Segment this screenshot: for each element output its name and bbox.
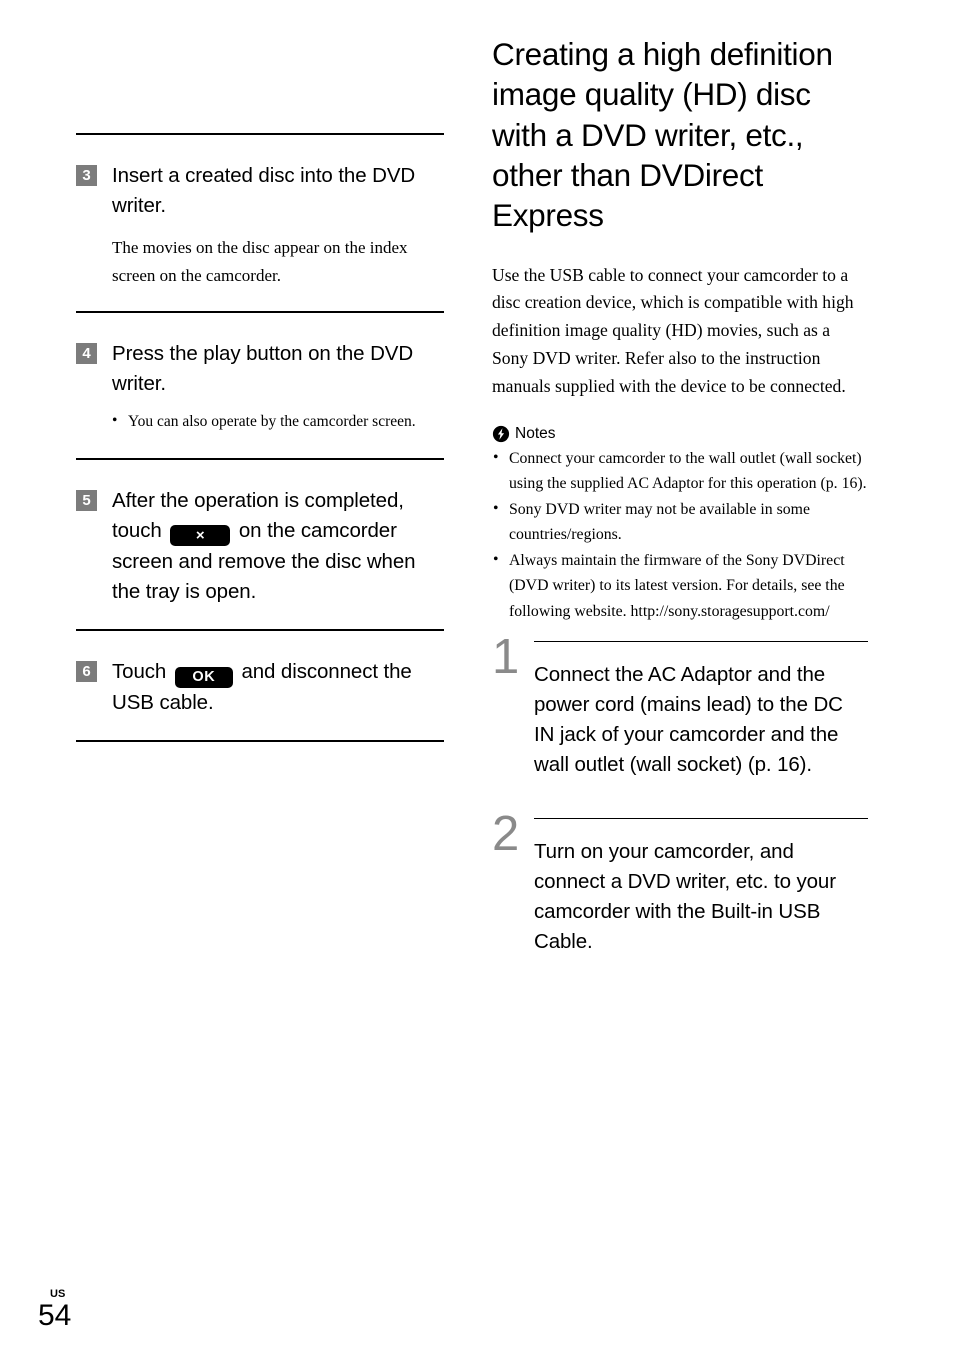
step-heading-text-part1: Touch (112, 659, 167, 683)
note-item: Connect your camcorder to the wall outle… (492, 445, 868, 497)
step-number-badge: 3 (76, 165, 97, 186)
step-heading: 5 After the operation is completed, touc… (76, 486, 444, 607)
step-text: Connect the AC Adaptor and the power cor… (534, 662, 843, 776)
ok-key-icon: OK (174, 666, 233, 688)
right-column: Creating a high definition image quality… (492, 34, 868, 980)
step-heading: 4 Press the play button on the DVD write… (76, 339, 444, 399)
region-code: US (50, 1287, 66, 1300)
step-number: 2 (492, 807, 520, 862)
step-block-5: 5 After the operation is completed, touc… (76, 460, 444, 629)
step-heading-text: Press the play button on the DVD writer. (112, 342, 414, 396)
step-block-4: 4 Press the play button on the DVD write… (76, 313, 444, 458)
step-text: Turn on your camcorder, and connect a DV… (534, 840, 836, 954)
intro-paragraph: Use the USB cable to connect your camcor… (492, 264, 854, 396)
step-block-6: 6 Touch OK and disconnect the USB cable. (76, 631, 444, 740)
step-number: 1 (492, 629, 520, 684)
close-key-icon: × (170, 525, 231, 547)
bullet-item: You can also operate by the camcorder sc… (112, 409, 444, 435)
step-heading: 6 Touch OK and disconnect the USB cable. (76, 657, 444, 718)
step-divider-rule (534, 640, 868, 642)
step-heading: 3 Insert a created disc into the DVD wri… (76, 161, 444, 221)
step-divider-rule (534, 818, 868, 820)
manual-page: 3 Insert a created disc into the DVD wri… (0, 0, 954, 1357)
note-item: Sony DVD writer may not be available in … (492, 496, 868, 548)
note-item: Always maintain the firmware of the Sony… (492, 547, 868, 625)
step-heading-text: Insert a created disc into the DVD write… (112, 164, 416, 218)
notes-section: Notes Connect your camcorder to the wall… (492, 425, 868, 625)
step-number-badge: 5 (76, 490, 97, 512)
page-number: 54 (38, 1298, 72, 1332)
notes-heading: Notes (492, 425, 868, 443)
step-number-badge: 6 (76, 660, 97, 682)
page-footer: US 54 (38, 1287, 128, 1332)
step-number-badge: 4 (76, 343, 97, 365)
numbered-step-1: 1 Connect the AC Adaptor and the power c… (492, 632, 868, 803)
notes-list: Connect your camcorder to the wall outle… (492, 445, 868, 625)
step-block-3: 3 Insert a created disc into the DVD wri… (76, 135, 444, 311)
divider-rule (76, 739, 444, 742)
page-title: Creating a high definition image quality… (492, 36, 833, 234)
numbered-step-2: 2 Turn on your camcorder, and connect a … (492, 810, 868, 980)
notes-label: Notes (515, 424, 556, 442)
step-body-text: The movies on the disc appear on the ind… (112, 238, 408, 285)
step-bullet-list: You can also operate by the camcorder sc… (76, 409, 444, 435)
lightning-bolt-icon (492, 425, 510, 442)
left-column: 3 Insert a created disc into the DVD wri… (76, 133, 444, 742)
